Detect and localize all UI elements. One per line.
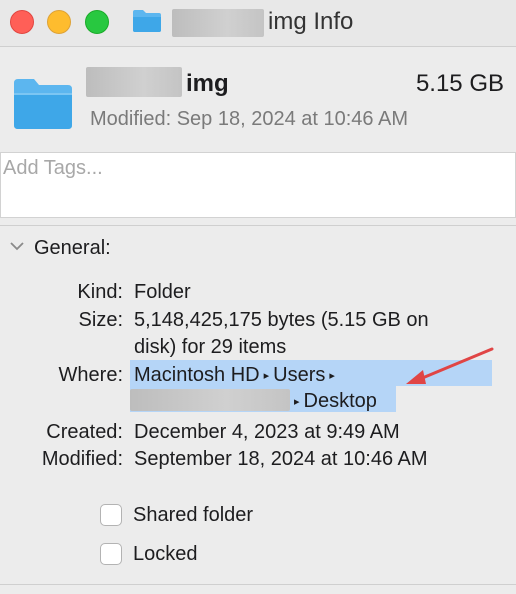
size-value: 5,148,425,175 bytes (5.15 GB on bbox=[134, 309, 429, 331]
locked-checkbox[interactable] bbox=[100, 543, 122, 565]
shared-folder-label[interactable]: Shared folder bbox=[133, 501, 253, 529]
close-window-button[interactable] bbox=[10, 10, 34, 34]
item-name: img bbox=[186, 70, 229, 97]
redacted-username bbox=[130, 389, 290, 411]
divider bbox=[0, 584, 516, 585]
info-header: img 5.15 GB Modified: Sep 18, 2024 at 10… bbox=[0, 47, 516, 151]
path-arrow-icon: ▸ bbox=[263, 370, 270, 382]
size-label: Size: bbox=[78, 309, 123, 331]
modified-value: September 18, 2024 at 10:46 AM bbox=[134, 448, 428, 470]
locked-label[interactable]: Locked bbox=[133, 540, 198, 568]
modified-label: Modified: bbox=[41, 448, 123, 470]
kind-label: Kind: bbox=[77, 281, 123, 303]
created-value: December 4, 2023 at 9:49 AM bbox=[134, 421, 400, 443]
tags-input[interactable] bbox=[3, 157, 483, 180]
redacted-name bbox=[172, 9, 264, 37]
chevron-down-icon bbox=[10, 242, 24, 251]
folder-icon bbox=[14, 79, 72, 129]
where-path-line1[interactable]: Macintosh HD ▸ Users ▸ bbox=[134, 361, 339, 390]
folder-icon bbox=[133, 10, 161, 32]
title-bar: img Info bbox=[0, 0, 516, 47]
item-size: 5.15 GB bbox=[415, 70, 504, 97]
divider bbox=[0, 225, 516, 226]
created-label: Created: bbox=[46, 421, 123, 443]
item-modified: Modified: Sep 18, 2024 at 10:46 AM bbox=[90, 108, 408, 130]
path-desktop[interactable]: Desktop bbox=[304, 390, 377, 412]
where-label: Where: bbox=[58, 364, 123, 386]
size-value-continued: disk) for 29 items bbox=[134, 336, 287, 358]
where-path-line2[interactable]: ▸ Desktop bbox=[290, 387, 377, 416]
zoom-window-button[interactable] bbox=[85, 10, 109, 34]
path-arrow-icon: ▸ bbox=[329, 370, 335, 382]
window-title: img Info bbox=[268, 8, 354, 35]
minimize-window-button[interactable] bbox=[47, 10, 71, 34]
tags-field[interactable] bbox=[0, 152, 516, 218]
path-arrow-icon: ▸ bbox=[294, 396, 300, 408]
path-volume[interactable]: Macintosh HD bbox=[134, 364, 260, 386]
redacted-name bbox=[86, 67, 182, 97]
section-label: General: bbox=[34, 237, 111, 259]
path-users[interactable]: Users bbox=[273, 364, 325, 386]
annotation-arrow-icon bbox=[406, 347, 494, 384]
kind-value: Folder bbox=[134, 281, 191, 303]
shared-folder-checkbox[interactable] bbox=[100, 504, 122, 526]
